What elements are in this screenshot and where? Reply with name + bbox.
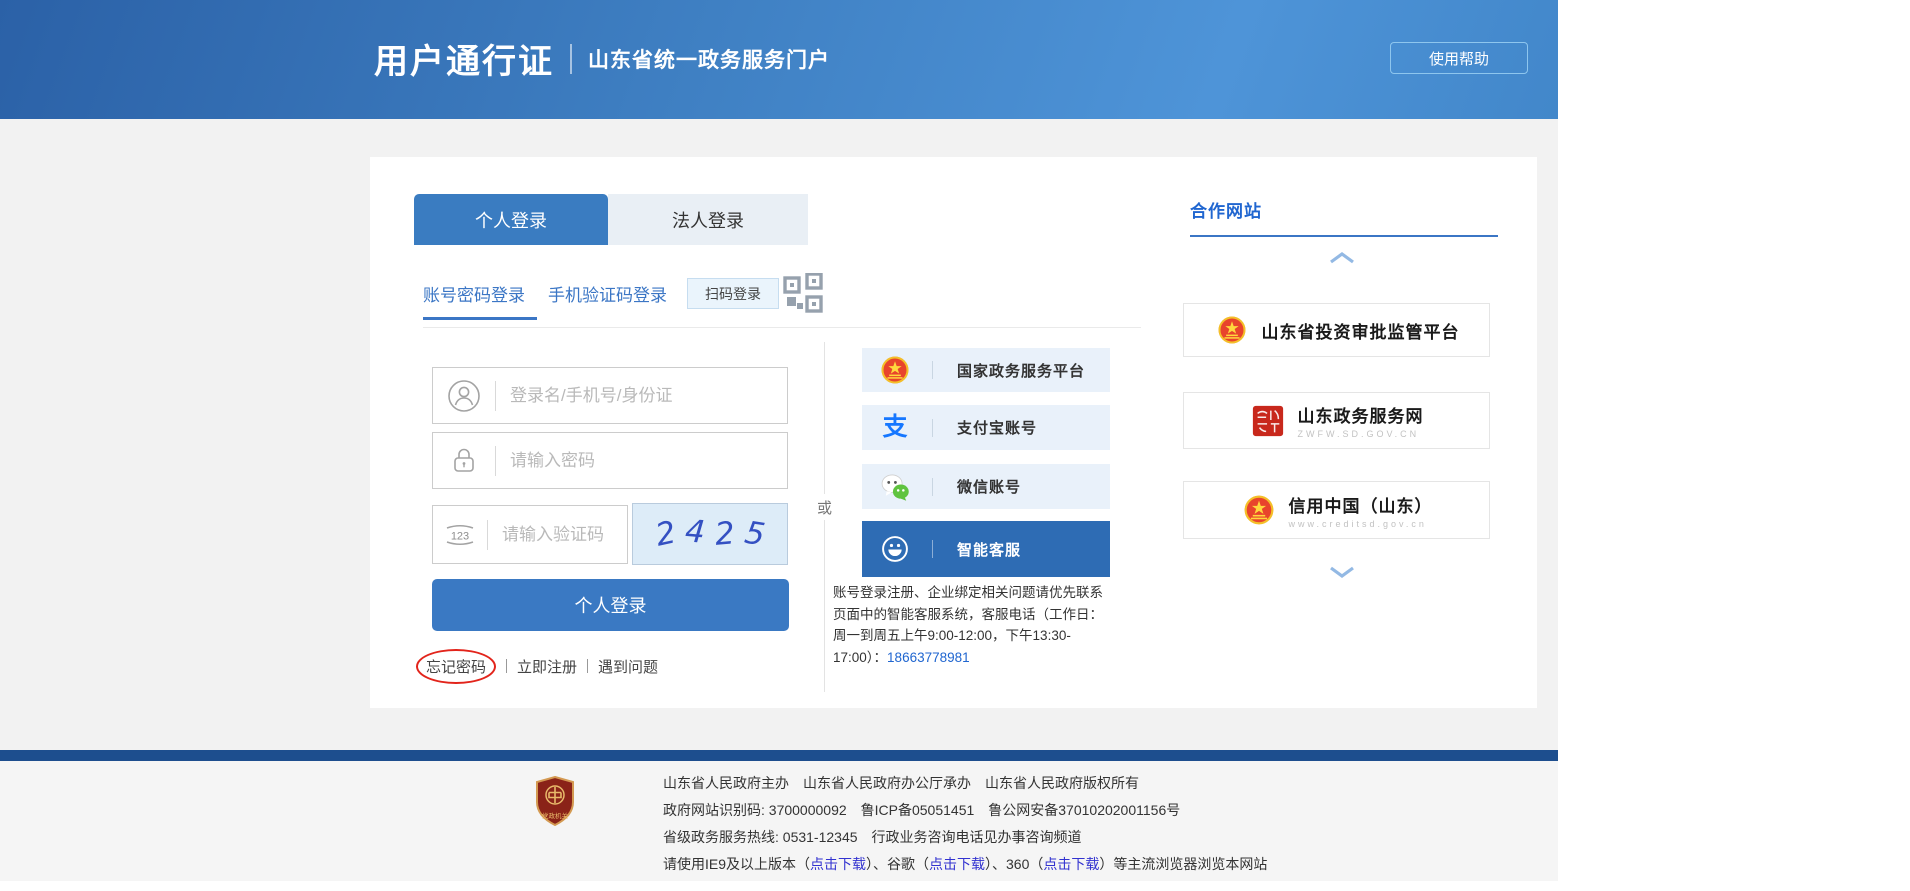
captcha-field[interactable]: 123 [432,505,628,564]
chevron-down-icon[interactable] [1328,565,1356,579]
page-title: 用户通行证 [374,34,554,83]
smart-service-icon [880,534,910,564]
captcha-digit: 2 [652,514,679,553]
footer: 党政机关 山东省人民政府主办 山东省人民政府办公厅承办 山东省人民政府版权所有 … [0,761,1558,881]
red-seal-icon [1250,403,1286,439]
footer-line-browsers: 请使用IE9及以上版本（点击下载）、谷歌（点击下载）、360（点击下载）等主流浏… [663,851,1267,878]
captcha-digit: 5 [742,515,767,554]
help-button[interactable]: 使用帮助 [1390,42,1528,74]
page: 用户通行证 山东省统一政务服务门户 使用帮助 个人登录 法人登录 账号密码登录 … [0,0,1558,891]
page-subtitle: 山东省统一政务服务门户 [588,44,830,74]
methods-divider-line [423,327,1141,328]
partners-title-underline [1190,235,1498,237]
lock-icon [433,445,495,477]
item-divider [932,540,933,558]
third-party-alipay[interactable]: 支 支付宝账号 [862,405,1110,450]
item-divider [932,419,933,437]
partner-site-credit-china-shandong[interactable]: 信用中国（山东） www.creditsd.gov.cn [1183,481,1490,539]
item-divider [932,478,933,496]
captcha-image[interactable]: 2 4 2 5 [632,503,788,565]
link-separator [506,659,507,673]
captcha-digit: 4 [684,513,707,551]
captcha-digit: 2 [713,515,736,553]
partner-site-shandong-gov-service-net[interactable]: 山东政务服务网 ZWFW.SD.GOV.CN [1183,392,1490,449]
helper-links-row: 忘记密码 立即注册 遇到问题 [416,649,658,683]
browser-360-download-link[interactable]: 点击下载 [1043,856,1099,872]
forgot-password-highlight-circle: 忘记密码 [416,649,496,684]
item-divider [932,361,933,379]
active-method-underline [423,317,537,320]
user-icon [433,379,495,413]
third-party-wechat[interactable]: 微信账号 [862,464,1110,509]
personal-login-submit-button[interactable]: 个人登录 [432,579,789,631]
scan-login-button[interactable]: 扫码登录 [687,278,779,309]
password-field[interactable] [432,432,788,489]
username-field[interactable] [432,367,788,424]
method-account-password[interactable]: 账号密码登录 [423,281,525,306]
partner-site-investment-approval-platform[interactable]: 山东省投资审批监管平台 [1183,303,1490,357]
footer-divider-bar [0,750,1558,761]
ie-download-link[interactable]: 点击下载 [810,856,866,872]
header: 用户通行证 山东省统一政务服务门户 使用帮助 [0,0,1558,119]
method-sms-code[interactable]: 手机验证码登录 [548,281,667,306]
svg-text:123: 123 [451,530,469,542]
qr-code-icon[interactable] [783,273,823,313]
government-badge-icon[interactable]: 党政机关 [535,776,575,826]
chevron-up-icon[interactable] [1328,251,1356,265]
national-emblem-icon [1241,492,1277,528]
link-separator [587,659,588,673]
service-note: 账号登录注册、企业绑定相关问题请优先联系页面中的智能客服系统，客服电话（工作日：… [833,582,1116,668]
chrome-download-link[interactable]: 点击下载 [929,856,985,872]
password-input[interactable] [496,451,787,471]
tab-legal-login[interactable]: 法人登录 [608,194,808,245]
national-emblem-icon [880,355,910,385]
footer-text: 山东省人民政府主办 山东省人民政府办公厅承办 山东省人民政府版权所有 政府网站识… [663,770,1267,878]
footer-line-site-codes: 政府网站识别码: 3700000092 鲁ICP备05051451 鲁公网安备3… [663,797,1267,824]
captcha-input[interactable] [488,525,627,545]
third-party-smart-service[interactable]: 智能客服 [862,521,1110,577]
trouble-link[interactable]: 遇到问题 [598,656,658,677]
register-link[interactable]: 立即注册 [517,656,577,677]
or-label: 或 [811,494,838,520]
wechat-icon [880,472,910,502]
title-divider [570,44,572,74]
forgot-password-link[interactable]: 忘记密码 [426,659,486,676]
login-card: 个人登录 法人登录 账号密码登录 手机验证码登录 扫码登录 [370,157,1537,708]
svg-text:党政机关: 党政机关 [542,811,569,820]
tab-personal-login[interactable]: 个人登录 [414,194,608,245]
footer-line-sponsor: 山东省人民政府主办 山东省人民政府办公厅承办 山东省人民政府版权所有 [663,770,1267,797]
service-phone-link[interactable]: 18663778981 [887,650,970,665]
alipay-icon: 支 [880,413,910,443]
username-input[interactable] [496,386,787,406]
national-emblem-icon [1214,312,1250,348]
partners-title: 合作网站 [1190,197,1262,222]
brand: 用户通行证 山东省统一政务服务门户 [374,34,830,83]
third-party-national-gov-platform[interactable]: 国家政务服务平台 [862,348,1110,392]
numbers-123-icon: 123 [433,522,487,548]
footer-line-hotline: 省级政务服务热线: 0531-12345 行政业务咨询电话见办事咨询频道 [663,824,1267,851]
